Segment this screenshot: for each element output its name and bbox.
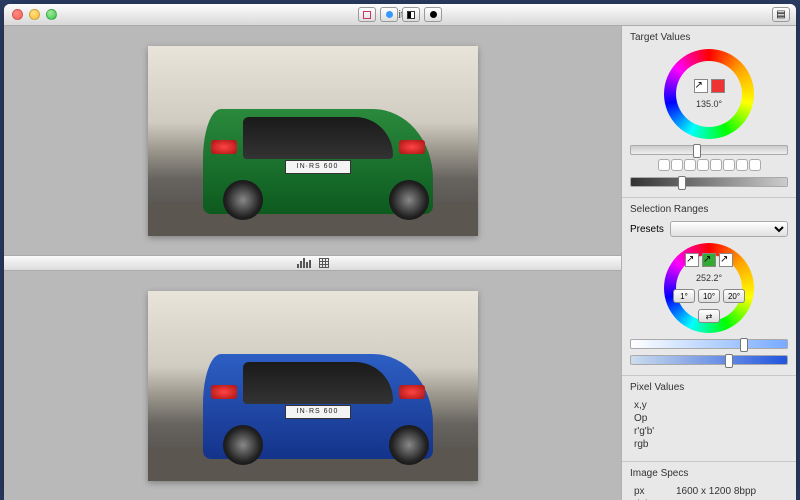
histogram-icon[interactable] xyxy=(297,258,311,268)
panel-title: Selection Ranges xyxy=(630,204,788,215)
pv-rgb-label: rgb xyxy=(634,439,676,450)
tool-bw-icon[interactable] xyxy=(402,7,420,22)
panel-selection-ranges: Selection Ranges Presets ↗ ↗ ↗ 252.2° xyxy=(622,198,796,376)
range-1deg-button[interactable]: 1° xyxy=(673,289,695,303)
image-bottom: IN·RS 600 xyxy=(148,291,478,481)
eyedropper-sub-icon[interactable]: ↗ xyxy=(719,253,733,267)
pv-rgbprime-label: r'g'b' xyxy=(634,426,676,437)
toolbar-right: ▤ xyxy=(772,7,790,22)
app-window: Untitled ▤ IN·RS 600 xyxy=(4,4,796,500)
target-slider-2[interactable] xyxy=(630,177,788,187)
grid-icon[interactable] xyxy=(319,258,329,268)
close-icon[interactable] xyxy=(12,9,23,20)
tool-bluedot-icon[interactable] xyxy=(380,7,398,22)
hue-wheel-selection[interactable]: ↗ ↗ ↗ 252.2° 1° 10° 20° ⇄ xyxy=(664,243,754,333)
titlebar: Untitled ▤ xyxy=(4,4,796,26)
presets-label: Presets xyxy=(630,224,664,235)
hue-wheel-target[interactable]: ↗ 135.0° xyxy=(664,49,754,139)
canvas-area: IN·RS 600 IN·RS 600 xyxy=(4,26,621,500)
zoom-icon[interactable] xyxy=(46,9,57,20)
selection-slider-2[interactable] xyxy=(630,355,788,365)
car-body-green: IN·RS 600 xyxy=(203,109,433,214)
selection-slider-1[interactable] xyxy=(630,339,788,349)
panel-target-values: Target Values ↗ 135.0° xyxy=(622,26,796,198)
range-10deg-button[interactable]: 10° xyxy=(698,289,720,303)
panel-title: Target Values xyxy=(630,32,788,43)
selection-angle: 252.2° xyxy=(696,273,722,283)
pv-xy-label: x,y xyxy=(634,400,676,411)
panel-title: Pixel Values xyxy=(630,382,788,393)
spec-px-value: 1600 x 1200 8bpp xyxy=(676,486,756,497)
image-top: IN·RS 600 xyxy=(148,46,478,236)
eyedropper-add-icon[interactable]: ↗ xyxy=(702,253,716,267)
panel-image-specs: Image Specs px1600 x 1200 8bpp dpi96.0 p… xyxy=(622,462,796,500)
car-body-blue: IN·RS 600 xyxy=(203,354,433,459)
swap-button[interactable]: ⇄ xyxy=(698,309,720,323)
eyedropper-icon[interactable]: ↗ xyxy=(685,253,699,267)
tick[interactable] xyxy=(658,159,670,171)
pv-op-label: Op xyxy=(634,413,676,424)
target-angle: 135.0° xyxy=(696,99,722,109)
panel-pixel-values: Pixel Values x,y Op r'g'b' rgb xyxy=(622,376,796,462)
traffic-lights xyxy=(12,9,57,20)
eyedropper-icon[interactable]: ↗ xyxy=(694,79,708,93)
license-plate-top: IN·RS 600 xyxy=(285,160,351,174)
toolbar-center xyxy=(358,7,442,22)
target-slider-1[interactable] xyxy=(630,145,788,155)
panel-title: Image Specs xyxy=(630,468,788,479)
target-color-swatch[interactable] xyxy=(711,79,725,93)
split-divider[interactable] xyxy=(4,255,621,271)
tool-blackdot-icon[interactable] xyxy=(424,7,442,22)
license-plate-bottom: IN·RS 600 xyxy=(285,405,351,419)
spec-px-label: px xyxy=(634,486,676,497)
presets-select[interactable] xyxy=(670,221,788,237)
content: IN·RS 600 IN·RS 600 xyxy=(4,26,796,500)
minimize-icon[interactable] xyxy=(29,9,40,20)
toggle-sidebar-icon[interactable]: ▤ xyxy=(772,7,790,22)
preset-ticks xyxy=(630,159,788,171)
tool-rect-icon[interactable] xyxy=(358,7,376,22)
range-20deg-button[interactable]: 20° xyxy=(723,289,745,303)
image-slot-bottom[interactable]: IN·RS 600 xyxy=(4,271,621,500)
sidebar: Target Values ↗ 135.0° xyxy=(621,26,796,500)
image-slot-top[interactable]: IN·RS 600 xyxy=(4,26,621,255)
